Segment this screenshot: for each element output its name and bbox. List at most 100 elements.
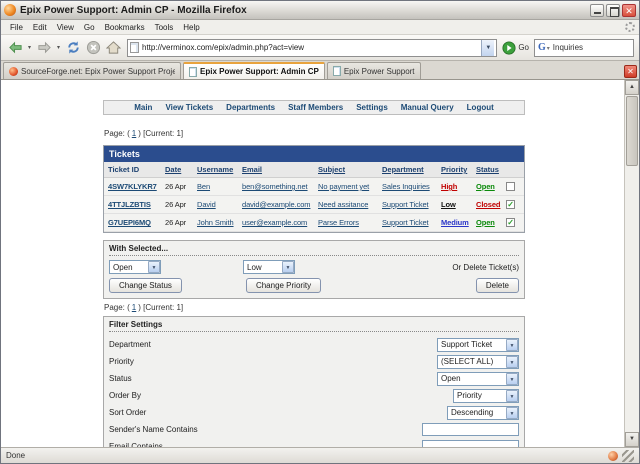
ticket-priority[interactable]: Low (441, 200, 476, 209)
ticket-id-link[interactable]: 4SW7KLYKR7 (108, 182, 165, 191)
department-select[interactable]: Support Ticket (437, 337, 519, 352)
browser-tab[interactable]: Epix Power Support: Admin CP (183, 62, 325, 79)
admin-nav-link[interactable]: Manual Query (401, 103, 454, 112)
go-icon[interactable] (502, 40, 516, 55)
priority-select[interactable]: Low (243, 260, 295, 274)
ticket-department-link[interactable]: Support Ticket (382, 218, 441, 227)
col-date[interactable]: Date (165, 165, 197, 174)
col-username[interactable]: Username (197, 165, 242, 174)
scrollbar-track[interactable] (625, 95, 639, 432)
admin-nav-link[interactable]: Departments (226, 103, 275, 112)
admin-nav-link[interactable]: View Tickets (165, 103, 213, 112)
change-priority-button[interactable]: Change Priority (245, 278, 322, 293)
status-filter-select[interactable]: Open (437, 371, 519, 386)
ticket-subject-link[interactable]: Need assitance (318, 200, 382, 209)
sender-name-input[interactable] (422, 423, 519, 436)
ticket-subject-link[interactable]: Parse Errors (318, 218, 382, 227)
chevron-down-icon[interactable] (506, 372, 518, 385)
resize-grip[interactable] (622, 449, 634, 462)
scroll-down-icon[interactable] (625, 432, 639, 447)
ticket-department-link[interactable]: Sales Inquiries (382, 182, 441, 191)
ticket-id-link[interactable]: 4TTJLZBTIS (108, 200, 165, 209)
ticket-email-link[interactable]: user@example.com (242, 218, 318, 227)
change-status-button[interactable]: Change Status (109, 278, 182, 293)
ticket-email-link[interactable]: david@example.com (242, 200, 318, 209)
admin-nav-link[interactable]: Main (134, 103, 152, 112)
ticket-department-link[interactable]: Support Ticket (382, 200, 441, 209)
chevron-down-icon[interactable] (506, 355, 518, 368)
sort-order-select[interactable]: Descending (447, 405, 519, 420)
ticket-email-link[interactable]: ben@something.net (242, 182, 318, 191)
menu-item[interactable]: Bookmarks (100, 22, 150, 33)
search-value[interactable]: Inquiries (553, 43, 583, 52)
admin-nav-link[interactable]: Logout (467, 103, 494, 112)
order-by-select[interactable]: Priority (453, 388, 519, 403)
scroll-up-icon[interactable] (625, 80, 639, 95)
ticket-status[interactable]: Closed (476, 200, 506, 209)
home-button[interactable] (104, 39, 122, 57)
menu-item[interactable]: Help (178, 22, 204, 33)
ticket-username-link[interactable]: John Smith (197, 218, 242, 227)
menu-item[interactable]: File (5, 22, 28, 33)
chevron-down-icon[interactable] (506, 389, 518, 402)
chevron-down-icon[interactable] (282, 261, 294, 273)
go-button[interactable]: Go (518, 43, 529, 52)
url-bar[interactable]: http://verminox.com/epix/admin.php?act=v… (127, 38, 498, 57)
page-content: Main View Tickets Departments Staff Memb… (1, 80, 624, 447)
maximize-button[interactable] (606, 3, 620, 17)
url-dropdown-icon[interactable]: ▼ (481, 39, 495, 56)
google-engine-icon[interactable]: G (538, 42, 546, 53)
ticket-checkbox[interactable] (506, 182, 515, 191)
scrollbar-thumb[interactable] (626, 96, 638, 166)
back-dropdown-icon[interactable]: ▾ (26, 44, 33, 51)
ticket-checkbox[interactable] (506, 200, 515, 209)
pagination-page-link[interactable]: 1 (132, 303, 136, 312)
admin-nav-link[interactable]: Staff Members (288, 103, 343, 112)
menu-item[interactable]: Edit (28, 22, 52, 33)
col-department[interactable]: Department (382, 165, 441, 174)
pagination-page-link[interactable]: 1 (132, 129, 136, 138)
ticket-username-link[interactable]: Ben (197, 182, 242, 191)
ticket-priority[interactable]: High (441, 182, 476, 191)
tab-close-button[interactable] (624, 64, 637, 78)
priority-filter-select[interactable]: (SELECT ALL) (437, 354, 519, 369)
browser-tab[interactable]: SourceForge.net: Epix Power Support Proj… (3, 62, 181, 79)
col-priority[interactable]: Priority (441, 165, 476, 174)
col-email[interactable]: Email (242, 165, 318, 174)
forward-button[interactable] (35, 39, 53, 57)
minimize-button[interactable] (590, 3, 604, 17)
ticket-status[interactable]: Open (476, 182, 506, 191)
filter-label-department: Department (109, 340, 151, 349)
ticket-username-link[interactable]: David (197, 200, 242, 209)
reload-button[interactable] (64, 39, 82, 57)
ticket-priority[interactable]: Medium (441, 218, 476, 227)
ticket-subject-link[interactable]: No payment yet (318, 182, 382, 191)
ticket-id-link[interactable]: G7UEPI6MQ (108, 218, 165, 227)
url-text[interactable]: http://verminox.com/epix/admin.php?act=v… (142, 43, 481, 52)
ticket-row: G7UEPI6MQ 26 Apr John Smith user@example… (104, 214, 524, 232)
menu-item[interactable]: Tools (150, 22, 179, 33)
tickets-table: Tickets Ticket ID Date Username Email Su… (103, 145, 525, 233)
col-subject[interactable]: Subject (318, 165, 382, 174)
menu-item[interactable]: View (52, 22, 79, 33)
chevron-down-icon[interactable] (506, 338, 518, 351)
delete-button[interactable]: Delete (475, 278, 519, 293)
close-button[interactable] (622, 3, 636, 17)
vertical-scrollbar[interactable] (624, 80, 639, 447)
back-button[interactable] (6, 39, 24, 57)
browser-tab[interactable]: Epix Power Support (326, 62, 421, 79)
ticket-status[interactable]: Open (476, 218, 506, 227)
sort-order-value: Descending (451, 408, 494, 417)
chevron-down-icon[interactable] (148, 261, 160, 273)
ticket-checkbox[interactable] (506, 218, 515, 227)
search-input[interactable]: G Inquiries (534, 38, 634, 57)
col-status[interactable]: Status (476, 165, 506, 174)
forward-dropdown-icon[interactable]: ▾ (55, 44, 62, 51)
email-contains-input[interactable] (422, 440, 519, 447)
statusbar-extension-icon[interactable] (608, 450, 618, 461)
menu-item[interactable]: Go (79, 22, 100, 33)
stop-button[interactable] (84, 39, 102, 57)
status-select[interactable]: Open (109, 260, 161, 274)
chevron-down-icon[interactable] (506, 406, 518, 419)
admin-nav-link[interactable]: Settings (356, 103, 388, 112)
